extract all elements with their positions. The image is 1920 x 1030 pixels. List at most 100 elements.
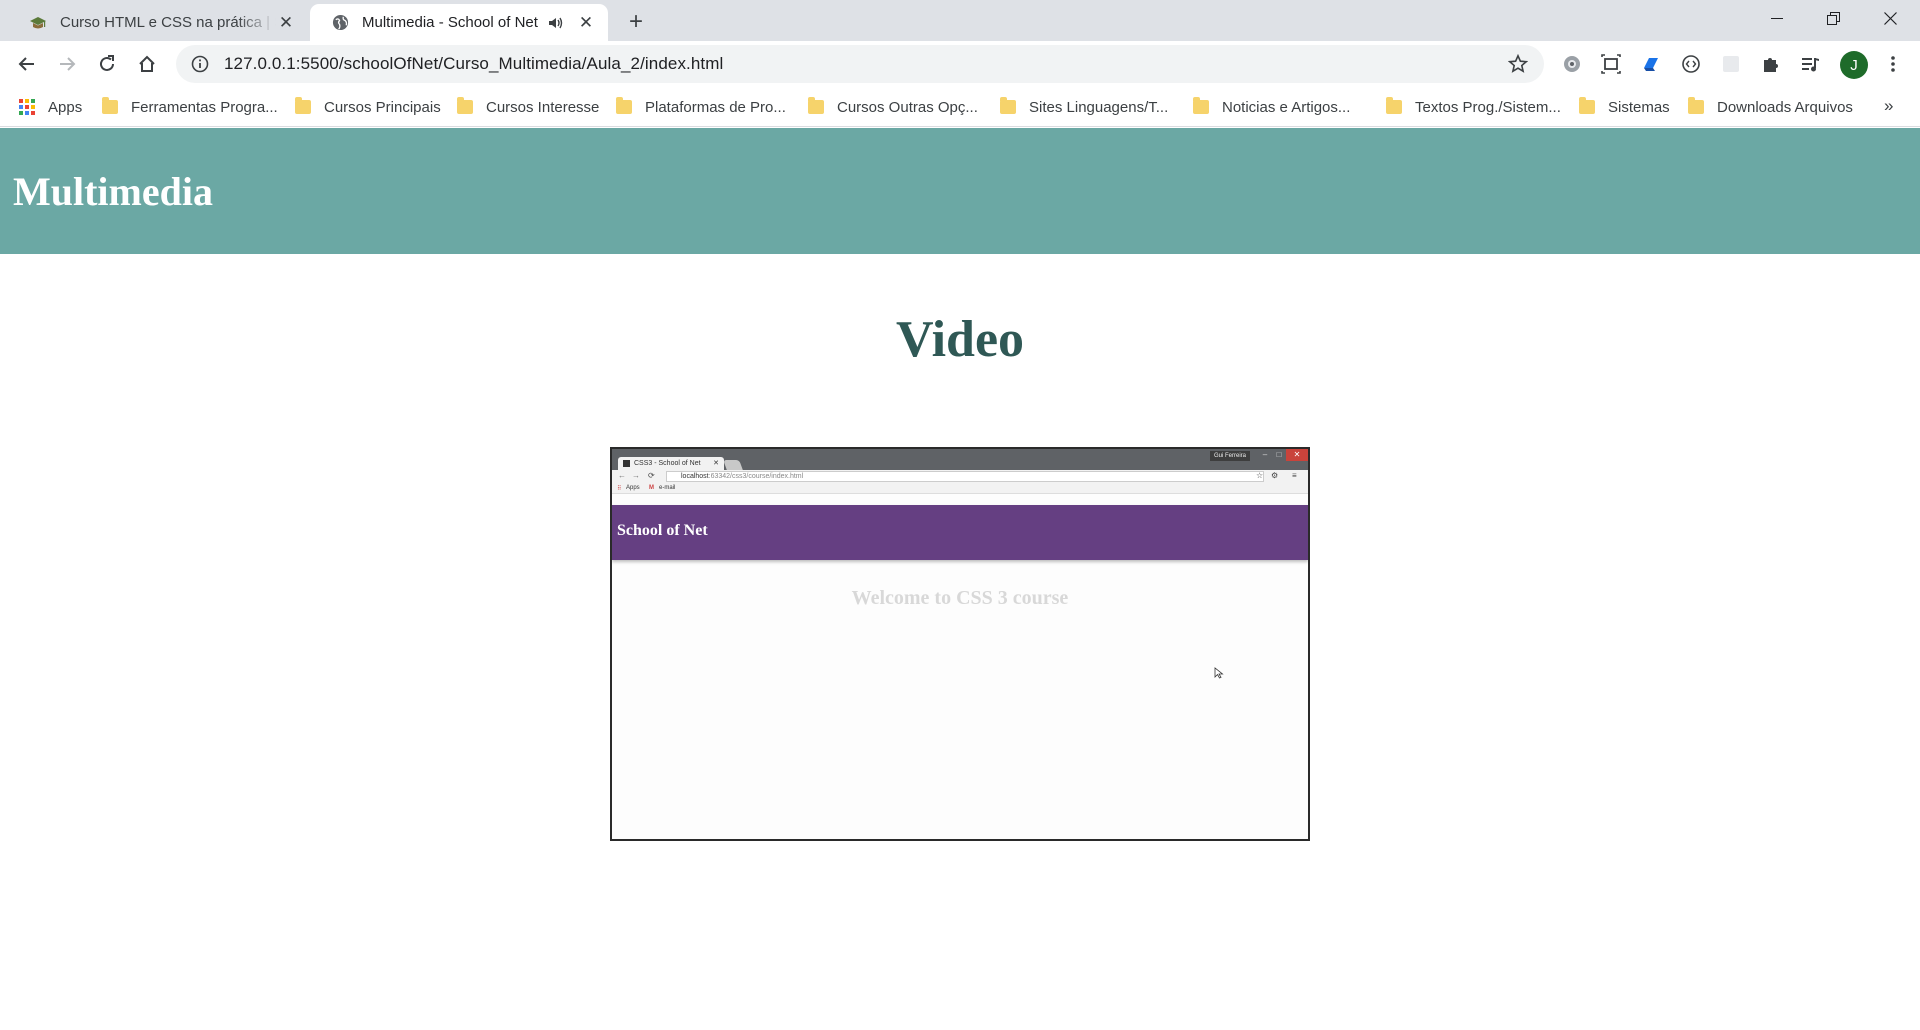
new-tab-button[interactable]: + [622,8,650,36]
folder-icon [295,97,311,114]
back-arrow-icon[interactable] [11,48,43,80]
star-icon: ☆ [1256,471,1264,480]
site-info-icon[interactable] [190,54,210,74]
extensions-puzzle-icon[interactable] [1758,51,1784,77]
bookmark-folder[interactable]: Cursos Principais [295,94,441,120]
video-site-header: School of Net [612,505,1308,560]
bookmark-label: Cursos Interesse [486,98,600,116]
maximize-icon: □ [1276,450,1282,459]
bookmark-label: Noticias e Artigos... [1222,98,1351,116]
bookmark-apps[interactable]: Apps [19,94,82,120]
section-title: Video [895,311,1025,368]
folder-icon [1193,97,1209,114]
reload-icon: ⟳ [648,471,655,480]
video-welcome-text: Welcome to CSS 3 course [851,587,1069,609]
bookmark-label: Textos Prog./Sistem... [1415,98,1561,116]
browser-tab-curso-html-css[interactable]: Curso HTML e CSS na prática | School of … [8,4,308,41]
screenshot-capture-icon[interactable] [1598,51,1624,77]
folder-icon [808,97,824,114]
close-icon: ✕ [1286,449,1308,461]
bookmark-folder[interactable]: Sistemas [1579,94,1670,120]
minimize-icon: – [1262,450,1268,459]
bookmark-star-icon[interactable] [1506,52,1530,76]
video-browser-tab: CSS3 - School of Net ✕ [618,457,724,470]
reload-icon[interactable] [91,48,123,80]
close-tab-icon[interactable]: ✕ [276,13,296,33]
video-user-label: Gui Ferreira [1209,451,1250,461]
address-bar[interactable]: 127.0.0.1:5500/schoolOfNet/Curso_Multime… [176,45,1544,83]
video-address-path: :63342/css3/course/index.html [708,473,804,480]
mouse-cursor-icon [1214,667,1224,679]
video-browser-tabbar: CSS3 - School of Net ✕ Gui Ferreira – □ … [612,449,1308,470]
bookmark-label: Ferramentas Progra... [131,98,278,116]
forward-arrow-icon[interactable] [51,48,83,80]
bookmark-folder[interactable]: Downloads Arquivos [1688,94,1853,120]
more-menu-icon[interactable] [1880,51,1906,77]
back-arrow-icon: ← [618,471,626,480]
bookmark-folder[interactable]: Sites Linguagens/T... [1000,94,1168,120]
bookmark-label: Downloads Arquivos [1717,98,1853,116]
extension-code-icon[interactable] [1678,51,1704,77]
browser-toolbar: 127.0.0.1:5500/schoolOfNet/Curso_Multime… [0,41,1920,88]
video-site-title: School of Net [617,522,708,539]
bookmark-folder[interactable]: Noticias e Artigos... [1193,94,1350,120]
close-window-icon[interactable] [1862,0,1918,36]
gear-icon: ⚙ [1271,471,1279,480]
profile-avatar[interactable]: J [1840,51,1868,79]
browser-tab-strip: Curso HTML e CSS na prática | School of … [0,0,1920,41]
bookmark-folder[interactable]: Plataformas de Pro... [616,94,786,120]
bookmark-folder[interactable]: Cursos Outras Opç... [808,94,978,120]
bookmark-folder[interactable]: Ferramentas Progra... [102,94,278,120]
apps-grid-icon [19,99,35,115]
bookmarks-bar: Apps Ferramentas Progra... Cursos Princi… [0,88,1920,127]
bookmark-label: Apps [48,98,83,116]
bookmark-label: Plataformas de Pro... [645,98,786,116]
tab-title: Multimedia - School of Net [362,14,538,31]
site-header: Multimedia [0,128,1920,254]
extension-gear-icon[interactable] [1559,51,1585,77]
tab-favicon-icon [623,460,630,467]
video-tab-title: CSS3 - School of Net [634,460,701,467]
forward-arrow-icon: → [632,471,640,480]
gmail-icon: M [649,485,654,491]
folder-icon [1000,97,1016,114]
bookmark-folder[interactable]: Cursos Interesse [457,94,599,120]
media-queue-icon[interactable] [1798,51,1824,77]
audio-playing-icon[interactable] [546,13,566,33]
restore-window-icon[interactable] [1805,0,1861,36]
browser-tab-multimedia[interactable]: Multimedia - School of Net ✕ [310,4,608,41]
bookmark-label: Sistemas [1608,98,1670,116]
video-address-host: localhost [681,473,709,480]
close-tab-icon[interactable]: ✕ [576,13,596,33]
address-url-text: 127.0.0.1:5500/schoolOfNet/Curso_Multime… [224,54,724,73]
graduation-cap-icon [28,13,48,33]
web-page: Multimedia Video CSS3 - School of Net ✕ … [0,128,1920,1030]
folder-icon [616,97,632,114]
close-icon: ✕ [713,460,719,467]
video-browser-toolbar: ← → ⟳ localhost:63342/css3/course/index.… [612,470,1308,483]
video-bookmarks-bar: ⠿ Apps M e-mail [612,483,1308,494]
video-new-tab [723,460,743,470]
video-address-bar: localhost:63342/css3/course/index.html [666,471,1264,482]
folder-icon [1386,97,1402,114]
apps-grid-icon: ⠿ [617,486,622,492]
menu-icon: ≡ [1292,471,1297,480]
video-bookmark-email: e-mail [659,485,676,491]
folder-icon [1579,97,1595,114]
video-player[interactable]: CSS3 - School of Net ✕ Gui Ferreira – □ … [610,447,1310,841]
video-bookmark-apps: Apps [626,485,640,491]
bookmarks-overflow-button[interactable]: » [1884,96,1893,116]
bookmark-folder[interactable]: Textos Prog./Sistem... [1386,94,1561,120]
bookmark-label: Sites Linguagens/T... [1029,98,1169,116]
bookmark-label: Cursos Outras Opç... [837,98,978,116]
folder-icon [1688,97,1704,114]
extension-placeholder-icon[interactable] [1718,51,1744,77]
folder-icon [102,97,118,114]
minimize-window-icon[interactable] [1749,0,1805,36]
site-title: Multimedia [13,169,213,214]
home-icon[interactable] [131,48,163,80]
folder-icon [457,97,473,114]
globe-icon [330,13,350,33]
tab-title: Curso HTML e CSS na prática | School of … [60,14,276,31]
extension-blue-icon[interactable] [1638,51,1664,77]
